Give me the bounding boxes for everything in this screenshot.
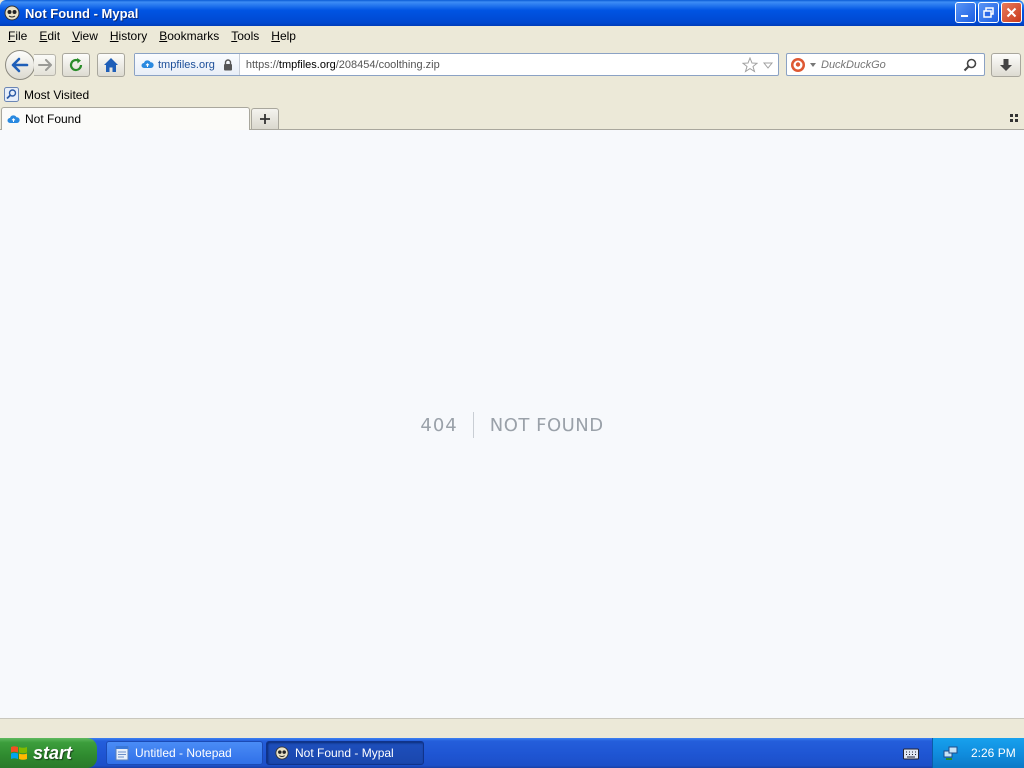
cloud-favicon-icon [7, 114, 20, 123]
url-text[interactable]: https://tmpfiles.org/208454/coolthing.zi… [240, 59, 742, 71]
mypal-app-icon [275, 746, 289, 760]
menu-tools[interactable]: Tools [225, 26, 265, 46]
most-visited-icon [4, 87, 19, 102]
tab-not-found[interactable]: Not Found [1, 107, 250, 130]
taskbar-item-label: Not Found - Mypal [295, 746, 394, 760]
menu-view[interactable]: View [66, 26, 104, 46]
plus-icon [260, 114, 270, 124]
start-button[interactable]: start [0, 738, 97, 768]
tab-strip: Not Found [0, 105, 1024, 130]
new-tab-button[interactable] [251, 108, 279, 130]
identity-host: tmpfiles.org [158, 58, 215, 71]
network-icon[interactable] [943, 745, 959, 761]
tab-label: Not Found [25, 112, 82, 126]
restore-icon [983, 7, 994, 18]
minimize-button[interactable] [955, 2, 976, 23]
navigation-toolbar: tmpfiles.org https://tmpfiles.org/208454… [0, 46, 1024, 84]
search-bar[interactable] [786, 53, 985, 76]
menu-bar: File Edit View History Bookmarks Tools Help [0, 26, 1024, 46]
url-domain: tmpfiles.org [278, 58, 336, 71]
menu-bookmarks[interactable]: Bookmarks [153, 26, 225, 46]
mypal-app-icon [4, 5, 20, 21]
status-bar [0, 718, 1024, 738]
error-code: 404 [420, 414, 458, 436]
bookmarks-toolbar: Most Visited [0, 84, 1024, 105]
reload-button[interactable] [62, 53, 90, 77]
most-visited-folder[interactable]: Most Visited [4, 87, 89, 102]
taskbar-item-label: Untitled - Notepad [135, 746, 232, 760]
keyboard-icon[interactable] [903, 746, 919, 760]
start-label: start [33, 742, 73, 763]
search-engine-button[interactable] [787, 57, 821, 73]
url-path: /208454/coolthing.zip [335, 58, 440, 71]
close-button[interactable] [1001, 2, 1022, 23]
taskbar: start Untitled - Notepad Not Found - Myp… [0, 738, 1024, 768]
most-visited-label: Most Visited [24, 87, 90, 102]
back-button[interactable] [5, 50, 35, 80]
restore-button[interactable] [978, 2, 999, 23]
system-tray: 2:26 PM [932, 738, 1024, 768]
cloud-favicon-icon [141, 60, 154, 68]
download-arrow-icon [1000, 59, 1012, 71]
reload-icon [69, 58, 83, 72]
home-icon [104, 58, 118, 72]
search-input[interactable] [821, 58, 961, 71]
not-found-message: 404 NOT FOUND [0, 412, 1024, 438]
menu-help[interactable]: Help [265, 26, 302, 46]
lock-icon [223, 58, 232, 70]
home-button[interactable] [97, 53, 125, 77]
forward-arrow-icon [37, 59, 52, 71]
notepad-icon [115, 746, 129, 761]
error-message: NOT FOUND [489, 414, 604, 436]
clock[interactable]: 2:26 PM [971, 746, 1016, 760]
forward-button[interactable] [34, 54, 56, 76]
taskbar-item-notepad[interactable]: Untitled - Notepad [106, 741, 263, 765]
windows-logo-icon [11, 746, 27, 760]
menu-history[interactable]: History [104, 26, 153, 46]
menu-edit[interactable]: Edit [33, 26, 66, 46]
taskbar-item-mypal[interactable]: Not Found - Mypal [266, 741, 424, 765]
duckduckgo-icon [791, 57, 805, 72]
window-title: Not Found - Mypal [25, 5, 139, 21]
page-content: 404 NOT FOUND [0, 130, 1024, 718]
address-bar[interactable]: tmpfiles.org https://tmpfiles.org/208454… [134, 53, 779, 76]
search-icon[interactable] [963, 58, 977, 72]
tab-list-icon[interactable] [1008, 112, 1020, 124]
window-title-bar[interactable]: Not Found - Mypal [0, 0, 1024, 26]
url-scheme: https:// [245, 58, 279, 71]
close-icon [1006, 7, 1017, 18]
bookmark-star-icon[interactable] [742, 56, 758, 73]
back-arrow-icon [11, 57, 29, 73]
downloads-button[interactable] [991, 53, 1021, 77]
menu-file[interactable]: File [2, 26, 33, 46]
site-identity-button[interactable]: tmpfiles.org [135, 54, 240, 75]
search-engine-dropdown-icon [810, 62, 816, 67]
url-dropdown-icon[interactable] [762, 59, 774, 71]
minimize-icon [961, 15, 968, 17]
